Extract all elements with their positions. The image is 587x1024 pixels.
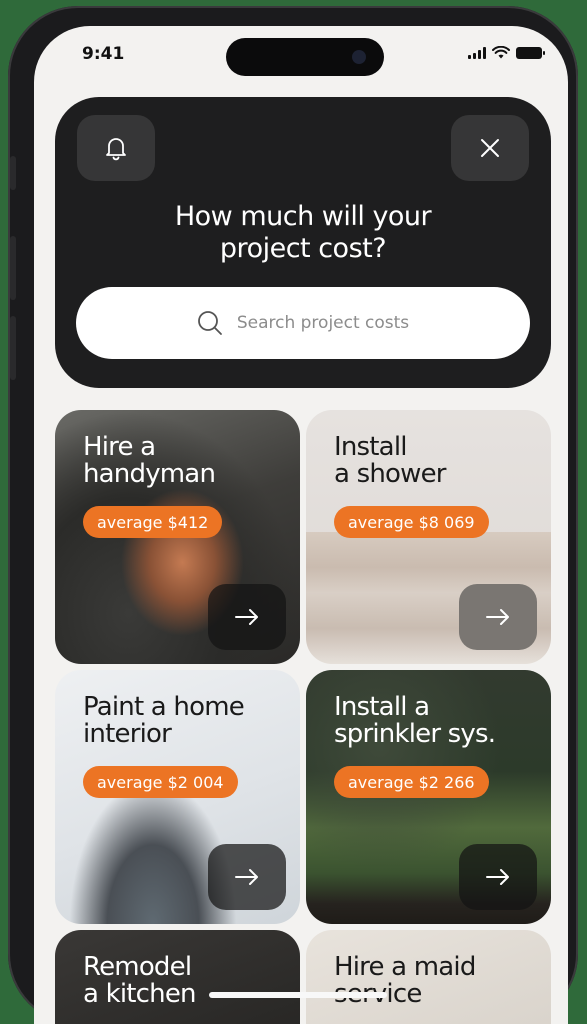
- search-icon: [197, 311, 222, 335]
- volume-down-button: [10, 316, 16, 380]
- card-title: Paint a home interior: [83, 692, 245, 749]
- card-title: Hire a handyman: [83, 432, 216, 489]
- cellular-signal-icon: [468, 47, 486, 59]
- battery-icon: [516, 47, 545, 59]
- average-cost-badge: average $2 004: [83, 766, 238, 798]
- phone-frame: 9:41 How much will your project cost? Se…: [8, 6, 578, 1024]
- status-time: 9:41: [82, 44, 125, 64]
- app-screen: 9:41 How much will your project cost? Se…: [34, 26, 568, 1024]
- open-card-button[interactable]: [208, 584, 286, 650]
- project-card-paint-interior[interactable]: Paint a home interior average $2 004: [55, 670, 300, 924]
- project-card-sprinkler[interactable]: Install a sprinkler sys. average $2 266: [306, 670, 551, 924]
- project-card-maid[interactable]: Hire a maid service: [306, 930, 551, 1024]
- open-card-button[interactable]: [208, 844, 286, 910]
- home-indicator[interactable]: [209, 992, 387, 998]
- card-title: Remodel a kitchen: [83, 952, 197, 1009]
- close-icon: [481, 139, 499, 157]
- card-title: Install a sprinkler sys.: [334, 692, 496, 749]
- card-title: Hire a maid service: [334, 952, 476, 1008]
- cost-estimator-header: How much will your project cost? Search …: [55, 97, 551, 388]
- arrow-right-icon: [235, 869, 258, 885]
- bell-icon: [106, 138, 126, 161]
- average-cost-badge: average $412: [83, 506, 223, 538]
- volume-up-button: [10, 236, 16, 300]
- arrow-right-icon: [486, 609, 509, 625]
- project-card-handyman[interactable]: Hire a handyman average $412: [55, 410, 300, 664]
- status-icons: [468, 46, 545, 59]
- project-card-shower[interactable]: Install a shower average $8 069: [306, 410, 551, 664]
- dynamic-island: [226, 38, 384, 76]
- average-cost-badge: average $8 069: [334, 506, 489, 538]
- arrow-right-icon: [486, 869, 509, 885]
- open-card-button[interactable]: [459, 844, 537, 910]
- open-card-button[interactable]: [459, 584, 537, 650]
- search-placeholder: Search project costs: [236, 313, 410, 333]
- page-title: How much will your project cost?: [174, 201, 432, 264]
- card-title: Install a shower: [334, 432, 446, 489]
- arrow-right-icon: [235, 609, 258, 625]
- close-button[interactable]: [451, 115, 529, 181]
- notifications-button[interactable]: [77, 115, 155, 181]
- search-input[interactable]: Search project costs: [76, 287, 530, 359]
- mute-switch: [10, 156, 16, 190]
- project-card-kitchen[interactable]: Remodel a kitchen: [55, 930, 300, 1024]
- average-cost-badge: average $2 266: [334, 766, 489, 798]
- wifi-icon: [492, 46, 510, 59]
